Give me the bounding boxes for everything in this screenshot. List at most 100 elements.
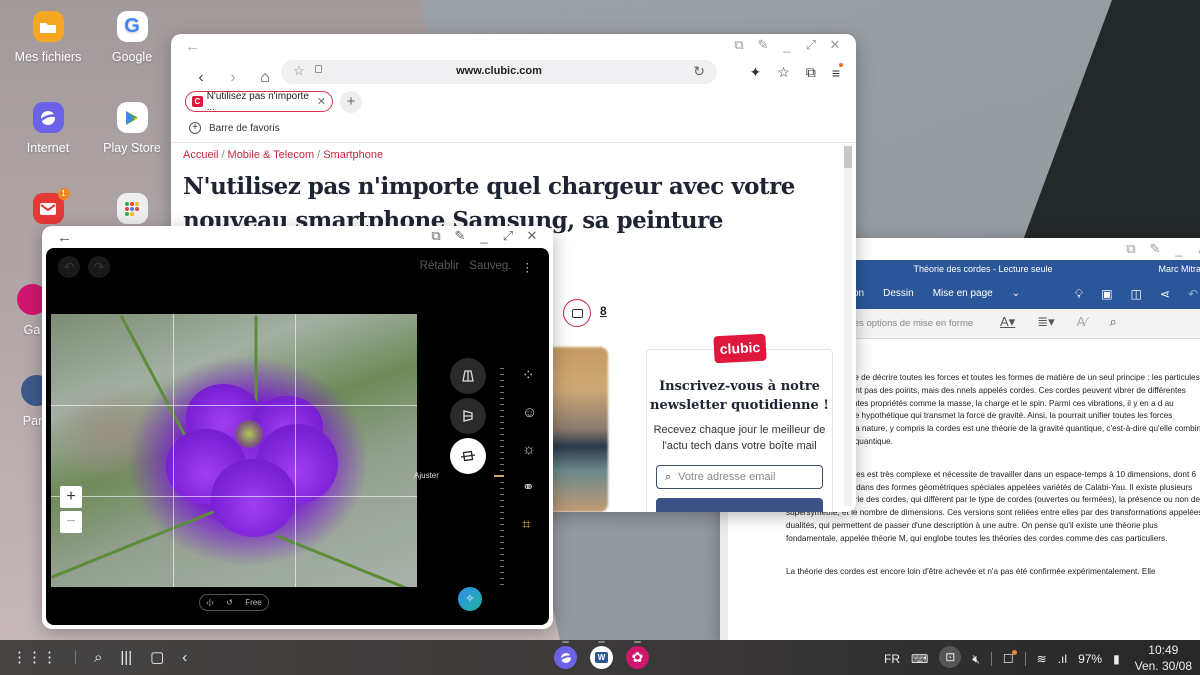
new-tab-button[interactable]: +	[340, 91, 362, 113]
comments-button[interactable]	[563, 299, 591, 327]
share-icon[interactable]: ⋖	[1160, 287, 1170, 302]
add-bookmark-icon[interactable]: ☆	[777, 64, 790, 81]
styles-icon[interactable]: A⁄	[1077, 314, 1088, 330]
page-scrollbar[interactable]	[844, 146, 852, 506]
newsletter-subscribe-button[interactable]	[656, 498, 823, 512]
language-indicator[interactable]: FR	[884, 652, 900, 666]
rotate-icon[interactable]: ↺	[226, 598, 233, 607]
folder-icon	[32, 11, 64, 42]
minimize-icon[interactable]: _	[1172, 242, 1186, 257]
app-drawer-icon[interactable]: ⋮⋮⋮	[12, 648, 57, 666]
extensions-icon[interactable]: ✦	[750, 64, 762, 81]
paragraph-format-icon[interactable]: ≣▾	[1037, 314, 1054, 330]
font-color-icon[interactable]: A▾	[1000, 314, 1015, 330]
photo-preview[interactable]: + −	[51, 314, 417, 587]
desktop-icon-internet[interactable]: Internet	[0, 102, 96, 155]
maximize-icon[interactable]: ⤢	[501, 228, 515, 243]
close-icon[interactable]: ✕	[828, 37, 842, 52]
more-formatting-options[interactable]: tres options de mise en forme	[848, 318, 973, 329]
breadcrumb-mobile-telecom[interactable]: Mobile & Telecom	[228, 149, 315, 161]
reset-button[interactable]: Rétablir	[420, 260, 460, 274]
ribbon-tab-mise-en-page[interactable]: Mise en page	[933, 288, 993, 299]
back-button[interactable]: ‹	[185, 69, 217, 87]
battery-percentage[interactable]: 97%	[1078, 652, 1102, 666]
address-bar[interactable]: ☆ www.clubic.com ↻	[281, 60, 717, 84]
mute-icon[interactable]: 🔇︎	[972, 652, 980, 667]
forward-button[interactable]: ›	[217, 69, 249, 87]
breadcrumb-accueil[interactable]: Accueil	[183, 149, 218, 161]
signal-icon[interactable]: .ıl	[1058, 652, 1067, 666]
menu-icon[interactable]: ≡	[832, 62, 843, 81]
scrollbar-thumb[interactable]	[844, 146, 852, 168]
wifi-icon[interactable]: ≋	[1037, 652, 1047, 666]
notifications-icon[interactable]: ☐	[1003, 650, 1017, 666]
recent-apps-icon[interactable]: |||	[120, 649, 132, 666]
close-icon[interactable]: ✕	[525, 228, 539, 243]
breadcrumb-smartphone[interactable]: Smartphone	[323, 149, 383, 161]
tabs-icon[interactable]: ⧉	[806, 64, 816, 81]
home-icon[interactable]: ▢	[150, 648, 164, 666]
minimize-icon[interactable]: _	[477, 229, 491, 244]
maximize-icon[interactable]: ⤢	[1196, 241, 1200, 256]
back-icon[interactable]: ‹	[182, 649, 187, 666]
breadcrumb: Accueil / Mobile & Telecom / Smartphone	[183, 149, 384, 161]
sticker-icon[interactable]: ☺	[522, 404, 537, 421]
search-icon[interactable]: ⌕	[94, 649, 102, 666]
user-name[interactable]: Marc Mitran	[1158, 264, 1200, 274]
zoom-in-button[interactable]: +	[60, 486, 82, 508]
crop-rotate-icon[interactable]: ⌗	[522, 516, 537, 533]
lightbulb-icon[interactable]: 💡︎	[1075, 287, 1083, 302]
divider	[171, 142, 856, 143]
auto-enhance-button[interactable]: ✧	[458, 587, 482, 611]
flip-icon[interactable]: ‹|›	[206, 598, 213, 607]
reload-icon[interactable]: ↻	[693, 63, 705, 80]
undo-button[interactable]: ↶	[58, 256, 80, 278]
comment-count[interactable]: 8	[600, 304, 607, 318]
pin-icon[interactable]: ✎	[756, 37, 770, 52]
free-ratio-icon[interactable]: Free	[245, 598, 261, 607]
more-options-icon[interactable]: ⋮	[522, 260, 534, 274]
browser-tab[interactable]: C N'utilisez pas n'importe ... ✕	[185, 91, 333, 113]
brightness-icon[interactable]: ☼	[522, 441, 537, 458]
clock[interactable]: 10:49 Ven. 30/08	[1135, 642, 1192, 674]
effects-icon[interactable]: ⁘	[522, 366, 537, 384]
home-icon[interactable]: ⌂	[249, 69, 281, 87]
reading-mode-icon[interactable]: ◫	[1131, 287, 1142, 302]
filters-icon[interactable]: ⚭	[522, 478, 537, 496]
save-button[interactable]: Sauveg.	[469, 260, 511, 274]
taskbar-app-internet[interactable]	[554, 641, 577, 669]
undo-icon[interactable]: ↶	[1188, 287, 1198, 302]
redo-button[interactable]: ↷	[88, 256, 110, 278]
window-back-icon[interactable]: ←	[57, 229, 72, 246]
taskbar-app-word[interactable]: W	[590, 641, 613, 669]
minimize-icon[interactable]: _	[780, 38, 794, 53]
zoom-out-button[interactable]: −	[60, 511, 82, 533]
url-text[interactable]: www.clubic.com	[281, 65, 717, 77]
close-tab-icon[interactable]: ✕	[317, 95, 326, 108]
snap-window-icon[interactable]: ⧉	[732, 37, 746, 52]
pin-icon[interactable]: ✎	[1148, 241, 1162, 256]
snap-window-icon[interactable]: ⧉	[429, 228, 443, 243]
vertical-perspective-button[interactable]	[450, 358, 486, 394]
pin-icon[interactable]: ✎	[453, 228, 467, 243]
newsletter-email-input[interactable]: ⌕ Votre adresse email	[656, 465, 823, 489]
straighten-button[interactable]	[450, 438, 486, 474]
window-back-icon[interactable]: ←	[185, 38, 200, 55]
snap-window-icon[interactable]: ⧉	[1124, 241, 1138, 256]
maximize-icon[interactable]: ⤢	[804, 37, 818, 52]
save-icon[interactable]: ▣	[1101, 287, 1112, 302]
favorites-bar[interactable]: + Barre de favoris	[189, 122, 280, 134]
horizontal-perspective-button[interactable]	[450, 398, 486, 434]
desktop-icon-mes-fichiers[interactable]: Mes fichiers	[0, 11, 96, 64]
ribbon-tab-dessin[interactable]: Dessin	[883, 288, 914, 299]
keyboard-icon[interactable]: ⌨	[911, 652, 928, 666]
taskbar-app-gallery[interactable]: ✿	[626, 641, 649, 669]
screenshot-icon[interactable]: ⊡	[939, 646, 962, 668]
editor-canvas: ↶ ↷ Rétablir Sauveg. ⋮ + − Ajuster ⁘ ☺ ☼…	[46, 248, 549, 625]
angle-slider[interactable]	[500, 368, 504, 588]
search-icon[interactable]: ⌕	[1109, 314, 1116, 330]
desktop-icon-google[interactable]: G Google	[84, 11, 180, 64]
chevron-down-icon[interactable]: ⌄	[1012, 288, 1020, 299]
angle-slider-indicator[interactable]	[494, 475, 504, 477]
desktop-icon-play-store[interactable]: Play Store	[84, 102, 180, 155]
